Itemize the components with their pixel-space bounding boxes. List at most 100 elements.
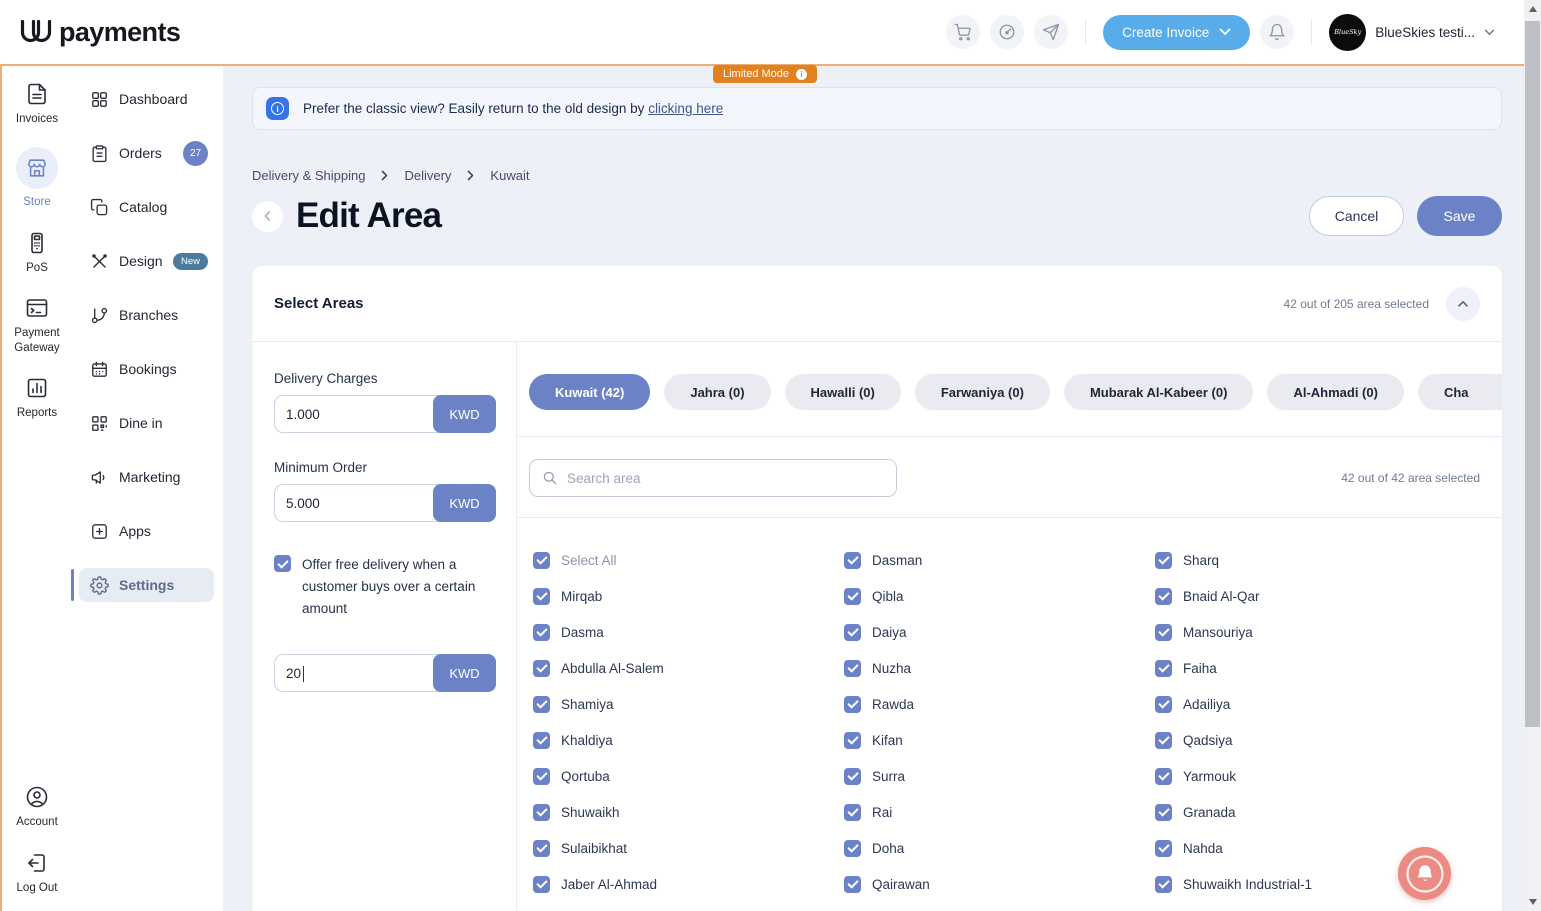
breadcrumb-delivery-shipping[interactable]: Delivery & Shipping bbox=[252, 168, 365, 183]
notifications-button[interactable] bbox=[1260, 15, 1295, 49]
checkbox-checked-icon[interactable] bbox=[844, 659, 861, 677]
area-row[interactable]: Bnaid Al-Qar bbox=[1155, 578, 1466, 614]
area-row[interactable]: Shuwaikh Industrial-2 bbox=[533, 902, 844, 911]
rail-item-pos[interactable]: PoS bbox=[25, 231, 49, 275]
area-row[interactable]: Al Sour Gardens bbox=[1155, 902, 1466, 911]
free-delivery-amount-input[interactable] bbox=[275, 655, 433, 691]
tab-farwaniya[interactable]: Farwaniya (0) bbox=[914, 374, 1050, 410]
area-row[interactable]: Surra bbox=[844, 758, 1155, 794]
area-row[interactable]: Sulaibikhat bbox=[533, 830, 844, 866]
area-row[interactable]: Khaldiya bbox=[533, 722, 844, 758]
rail-item-invoices[interactable]: Invoices bbox=[16, 82, 58, 126]
area-row[interactable]: Daiya bbox=[844, 614, 1155, 650]
area-row[interactable]: Shuwaikh bbox=[533, 794, 844, 830]
cart-button[interactable] bbox=[946, 15, 981, 49]
scrollbar-thumb[interactable] bbox=[1525, 21, 1540, 727]
checkbox-checked-icon[interactable] bbox=[533, 551, 550, 569]
scroll-down-arrow[interactable] bbox=[1528, 899, 1537, 905]
area-row[interactable]: Doha bbox=[844, 830, 1155, 866]
area-row[interactable]: Dasma bbox=[533, 614, 844, 650]
send-button[interactable] bbox=[1034, 15, 1069, 49]
page-scrollbar[interactable] bbox=[1524, 0, 1541, 911]
minimum-order-input[interactable] bbox=[275, 485, 433, 521]
checkbox-checked-icon[interactable] bbox=[844, 587, 861, 605]
area-row[interactable]: Granada bbox=[1155, 794, 1466, 830]
clicking-here-link[interactable]: clicking here bbox=[648, 101, 723, 116]
area-row[interactable]: Rawda bbox=[844, 686, 1155, 722]
area-row[interactable]: Sharq bbox=[1155, 542, 1466, 578]
collapse-button[interactable] bbox=[1446, 286, 1480, 321]
checkbox-checked-icon[interactable] bbox=[533, 659, 550, 677]
checkbox-checked-icon[interactable] bbox=[844, 803, 861, 821]
breadcrumb-delivery[interactable]: Delivery bbox=[404, 168, 451, 183]
cancel-button[interactable]: Cancel bbox=[1309, 196, 1404, 236]
menu-item-dashboard[interactable]: Dashboard bbox=[79, 82, 214, 116]
area-row[interactable]: Abdulla Al-Salem bbox=[533, 650, 844, 686]
tab-kuwait[interactable]: Kuwait (42) bbox=[529, 374, 651, 410]
back-button[interactable] bbox=[252, 200, 283, 232]
checkbox-checked-icon[interactable] bbox=[1155, 839, 1172, 857]
checkbox-checked-icon[interactable] bbox=[533, 875, 550, 893]
checkbox-checked-icon[interactable] bbox=[844, 731, 861, 749]
delivery-charges-input[interactable] bbox=[275, 396, 433, 432]
checkbox-checked-icon[interactable] bbox=[1155, 695, 1172, 713]
rail-item-store[interactable]: Store bbox=[16, 147, 58, 209]
checkbox-checked-icon[interactable] bbox=[844, 623, 861, 641]
search-input[interactable] bbox=[567, 470, 884, 486]
area-row[interactable]: Kifan bbox=[844, 722, 1155, 758]
dial-button[interactable] bbox=[990, 15, 1025, 49]
area-row[interactable]: Yarmouk bbox=[1155, 758, 1466, 794]
limited-mode-badge[interactable]: Limited Mode i bbox=[713, 65, 818, 83]
area-row[interactable]: Nuzha bbox=[844, 650, 1155, 686]
checkbox-checked-icon[interactable] bbox=[844, 875, 861, 893]
rail-item-account[interactable]: Account bbox=[16, 785, 58, 829]
menu-item-design[interactable]: Design New bbox=[79, 244, 214, 278]
tab-clipped[interactable]: Cha bbox=[1417, 374, 1502, 410]
area-row[interactable]: Shuwaikh Industrial-3 bbox=[844, 902, 1155, 911]
area-row[interactable]: Shamiya bbox=[533, 686, 844, 722]
checkbox-checked-icon[interactable] bbox=[1155, 875, 1172, 893]
area-row[interactable]: Rai bbox=[844, 794, 1155, 830]
account-menu[interactable]: BlueSky BlueSkies testi... bbox=[1329, 13, 1495, 51]
free-delivery-checkbox-row[interactable]: Offer free delivery when a customer buys… bbox=[274, 554, 496, 620]
scroll-up-arrow[interactable] bbox=[1528, 6, 1537, 12]
area-row[interactable]: Qortuba bbox=[533, 758, 844, 794]
menu-item-catalog[interactable]: Catalog bbox=[79, 190, 214, 224]
checkbox-checked-icon[interactable] bbox=[1155, 803, 1172, 821]
checkbox-checked-icon[interactable] bbox=[533, 695, 550, 713]
checkbox-checked-icon[interactable] bbox=[533, 803, 550, 821]
checkbox-checked-icon[interactable] bbox=[533, 623, 550, 641]
area-row[interactable]: Mansouriya bbox=[1155, 614, 1466, 650]
select-all-row[interactable]: Select All bbox=[533, 542, 844, 578]
checkbox-checked-icon[interactable] bbox=[1155, 587, 1172, 605]
menu-item-bookings[interactable]: Bookings bbox=[79, 352, 214, 386]
area-row[interactable]: Qadsiya bbox=[1155, 722, 1466, 758]
save-button[interactable]: Save bbox=[1417, 196, 1502, 236]
checkbox-checked-icon[interactable] bbox=[274, 555, 291, 572]
rail-item-payment-gateway[interactable]: Payment Gateway bbox=[2, 296, 72, 355]
checkbox-checked-icon[interactable] bbox=[844, 551, 861, 569]
checkbox-checked-icon[interactable] bbox=[844, 695, 861, 713]
brand-logo[interactable]: payments bbox=[18, 17, 181, 48]
checkbox-checked-icon[interactable] bbox=[1155, 731, 1172, 749]
area-row[interactable]: Qairawan bbox=[844, 866, 1155, 902]
area-row[interactable]: Faiha bbox=[1155, 650, 1466, 686]
tab-hawalli[interactable]: Hawalli (0) bbox=[784, 374, 901, 410]
search-box[interactable] bbox=[529, 459, 897, 497]
checkbox-checked-icon[interactable] bbox=[1155, 767, 1172, 785]
checkbox-checked-icon[interactable] bbox=[533, 731, 550, 749]
checkbox-checked-icon[interactable] bbox=[844, 839, 861, 857]
checkbox-checked-icon[interactable] bbox=[1155, 659, 1172, 677]
checkbox-checked-icon[interactable] bbox=[1155, 623, 1172, 641]
tab-jahra[interactable]: Jahra (0) bbox=[664, 374, 771, 410]
notification-bell-fab[interactable] bbox=[1398, 847, 1451, 900]
area-row[interactable]: Adailiya bbox=[1155, 686, 1466, 722]
menu-item-apps[interactable]: Apps bbox=[79, 514, 214, 548]
rail-item-logout[interactable]: Log Out bbox=[17, 851, 57, 895]
checkbox-checked-icon[interactable] bbox=[1155, 551, 1172, 569]
menu-item-dine-in[interactable]: Dine in bbox=[79, 406, 214, 440]
rail-item-reports[interactable]: Reports bbox=[17, 376, 57, 420]
create-invoice-button[interactable]: Create Invoice bbox=[1103, 14, 1251, 50]
tab-al-ahmadi[interactable]: Al-Ahmadi (0) bbox=[1267, 374, 1404, 410]
menu-item-settings[interactable]: Settings bbox=[71, 568, 214, 602]
